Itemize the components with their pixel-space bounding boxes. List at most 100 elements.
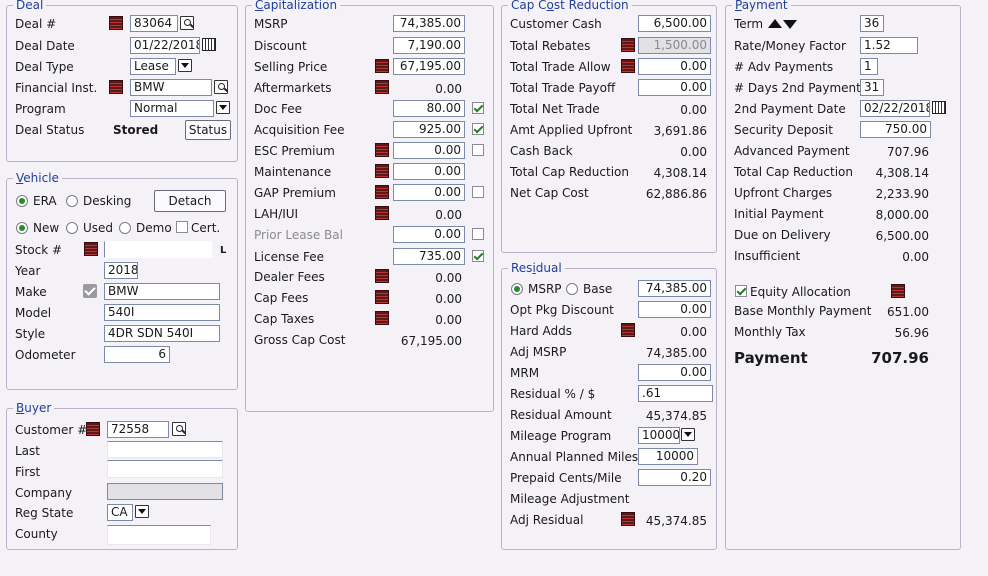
calculator-icon[interactable] — [86, 422, 100, 436]
payment-total-cap-reduction-value: 4,308.14 — [875, 166, 929, 180]
calendar-icon[interactable] — [932, 101, 946, 114]
adj-residual-label: Adj Residual — [510, 513, 584, 527]
residual-legend: Residual — [508, 261, 565, 275]
deal-type-select[interactable]: Lease — [130, 58, 176, 75]
doc-fee-checkbox[interactable] — [472, 102, 484, 114]
first-name-field[interactable] — [107, 460, 223, 478]
customer-cash-field[interactable]: 6,500.00 — [638, 15, 711, 32]
discount-field[interactable]: 7,190.00 — [393, 37, 465, 54]
detach-button[interactable]: Detach — [154, 190, 226, 212]
selling-price-label: Selling Price — [254, 60, 328, 74]
esc-premium-field[interactable]: 0.00 — [393, 142, 465, 159]
calendar-icon[interactable] — [202, 38, 216, 51]
residual-base-radio[interactable] — [566, 283, 578, 295]
check-icon[interactable] — [83, 284, 97, 298]
2nd-payment-date-field[interactable]: 02/22/2018 — [860, 100, 930, 117]
customer-field[interactable]: 72558 — [107, 421, 169, 438]
residual-msrp-radio[interactable] — [511, 283, 523, 295]
residual-msrp-field[interactable]: 74,385.00 — [638, 280, 711, 297]
chevron-down-icon[interactable] — [216, 101, 230, 114]
maintenance-field[interactable]: 0.00 — [393, 163, 465, 180]
calculator-icon[interactable] — [621, 59, 635, 73]
buyer-legend: Buyer — [13, 401, 55, 415]
term-field[interactable]: 36 — [860, 15, 884, 32]
esc-premium-checkbox[interactable] — [472, 144, 484, 156]
prepaid-cents-field[interactable]: 0.20 — [638, 469, 711, 486]
total-rebates-field: 1,500.00 — [638, 37, 711, 54]
calculator-icon[interactable] — [109, 80, 123, 94]
residual-pct-field[interactable]: .61 — [638, 385, 713, 402]
stock-field[interactable] — [104, 241, 212, 258]
new-radio[interactable] — [16, 222, 28, 234]
license-fee-checkbox[interactable] — [472, 250, 484, 262]
calculator-icon[interactable] — [375, 269, 389, 283]
license-fee-field[interactable]: 735.00 — [393, 248, 465, 265]
cash-back-value: 0.00 — [680, 145, 707, 159]
gap-premium-checkbox[interactable] — [472, 186, 484, 198]
calculator-icon[interactable] — [375, 206, 389, 220]
calculator-icon[interactable] — [621, 323, 635, 337]
financial-inst-field[interactable]: BMW — [130, 79, 212, 96]
county-field[interactable] — [107, 525, 211, 545]
calculator-icon[interactable] — [375, 164, 389, 178]
calculator-icon[interactable] — [375, 59, 389, 73]
last-name-field[interactable] — [107, 441, 223, 458]
make-label: Make — [15, 285, 47, 299]
security-deposit-field[interactable]: 750.00 — [860, 121, 931, 138]
calculator-icon[interactable] — [375, 311, 389, 325]
era-radio[interactable] — [16, 195, 28, 207]
calculator-icon[interactable] — [109, 16, 123, 30]
calculator-icon[interactable] — [375, 80, 389, 94]
annual-planned-miles-field[interactable]: 10000 — [638, 448, 698, 465]
calculator-icon[interactable] — [375, 143, 389, 157]
calculator-icon[interactable] — [375, 185, 389, 199]
msrp-field[interactable]: 74,385.00 — [393, 15, 465, 32]
calculator-icon[interactable] — [375, 290, 389, 304]
make-field[interactable]: BMW — [104, 283, 220, 300]
acquisition-fee-field[interactable]: 925.00 — [393, 121, 465, 138]
residual-base-label: Base — [583, 282, 613, 296]
used-radio[interactable] — [66, 222, 78, 234]
search-icon[interactable] — [214, 80, 228, 94]
total-trade-payoff-field[interactable]: 0.00 — [638, 79, 711, 96]
prior-lease-bal-checkbox[interactable] — [472, 228, 484, 240]
equity-allocation-checkbox[interactable] — [735, 285, 747, 297]
calculator-icon[interactable] — [621, 38, 635, 52]
chevron-down-icon[interactable] — [135, 505, 149, 518]
deal-number-field[interactable]: 83064 — [130, 15, 178, 32]
calculator-icon[interactable] — [891, 284, 905, 298]
total-trade-allow-field[interactable]: 0.00 — [638, 58, 711, 75]
calculator-icon[interactable] — [621, 512, 635, 526]
opt-pkg-discount-field[interactable]: 0.00 — [638, 301, 711, 318]
prior-lease-bal-field[interactable]: 0.00 — [393, 226, 465, 243]
deal-date-field[interactable]: 01/22/2018 — [130, 37, 200, 54]
residual-amount-value: 45,374.85 — [645, 409, 707, 423]
acquisition-fee-checkbox[interactable] — [472, 123, 484, 135]
mileage-program-select[interactable]: 10000 — [638, 427, 680, 444]
cert-checkbox[interactable] — [176, 221, 188, 233]
rate-money-factor-field[interactable]: 1.52 — [860, 37, 918, 54]
desking-radio[interactable] — [66, 195, 78, 207]
style-field[interactable]: 4DR SDN 540I — [104, 325, 220, 342]
doc-fee-field[interactable]: 80.00 — [393, 100, 465, 117]
chevron-down-icon[interactable] — [681, 428, 695, 441]
gap-premium-field[interactable]: 0.00 — [393, 184, 465, 201]
adv-payments-field[interactable]: 1 — [860, 58, 878, 75]
reg-state-select[interactable]: CA — [107, 504, 133, 521]
demo-radio[interactable] — [119, 222, 131, 234]
due-on-delivery-label: Due on Delivery — [734, 228, 831, 242]
mrm-field[interactable]: 0.00 — [638, 364, 711, 381]
status-button[interactable]: Status — [185, 120, 231, 140]
selling-price-field[interactable]: 67,195.00 — [393, 58, 465, 75]
sort-arrows-icon[interactable] — [768, 18, 798, 30]
days-2nd-payment-field[interactable]: 31 — [860, 79, 884, 96]
search-icon[interactable] — [180, 16, 194, 30]
calculator-icon[interactable] — [84, 242, 98, 256]
payment-legend: Payment — [732, 0, 791, 12]
program-select[interactable]: Normal — [130, 100, 214, 117]
odometer-field[interactable]: 6 — [104, 346, 170, 363]
year-field[interactable]: 2018 — [104, 262, 138, 279]
chevron-down-icon[interactable] — [178, 59, 192, 72]
model-field[interactable]: 540I — [104, 304, 220, 321]
search-icon[interactable] — [172, 422, 186, 436]
